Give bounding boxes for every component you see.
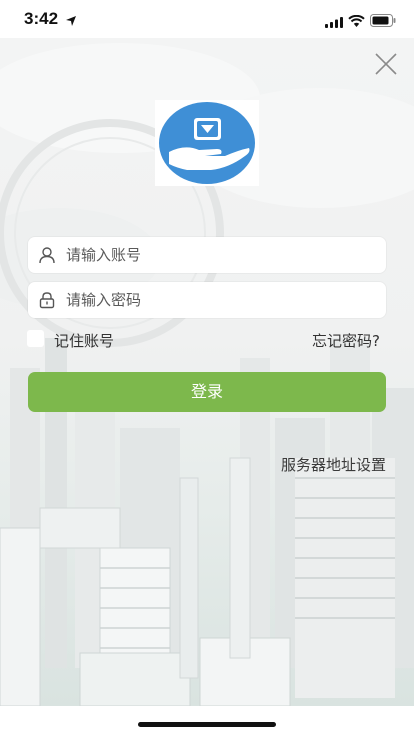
login-button[interactable]: 登录	[28, 372, 386, 412]
wifi-icon	[348, 12, 365, 31]
account-field	[28, 237, 386, 273]
battery-icon	[370, 12, 396, 31]
login-screen: 3:42 请输入账号 记住账号 忘记密码? 登录 服务器地址设置	[0, 0, 414, 736]
home-indicator[interactable]	[138, 722, 276, 727]
account-input[interactable]	[66, 237, 376, 273]
close-icon[interactable]	[374, 52, 398, 76]
cellular-signal-icon	[325, 13, 343, 32]
status-time: 3:42	[24, 9, 59, 28]
password-input[interactable]	[66, 282, 376, 318]
status-bar: 3:42	[0, 0, 414, 38]
lock-icon	[38, 291, 56, 313]
forgot-password-link[interactable]: 忘记密码?	[312, 330, 380, 351]
password-field	[28, 282, 386, 318]
checkbox-box[interactable]	[27, 330, 44, 347]
home-indicator-bar	[0, 706, 414, 736]
user-icon	[38, 246, 56, 268]
app-logo	[155, 100, 259, 186]
server-settings-link[interactable]: 服务器地址设置	[281, 454, 386, 475]
remember-account-label: 记住账号	[54, 332, 115, 350]
location-arrow-icon	[65, 12, 77, 31]
